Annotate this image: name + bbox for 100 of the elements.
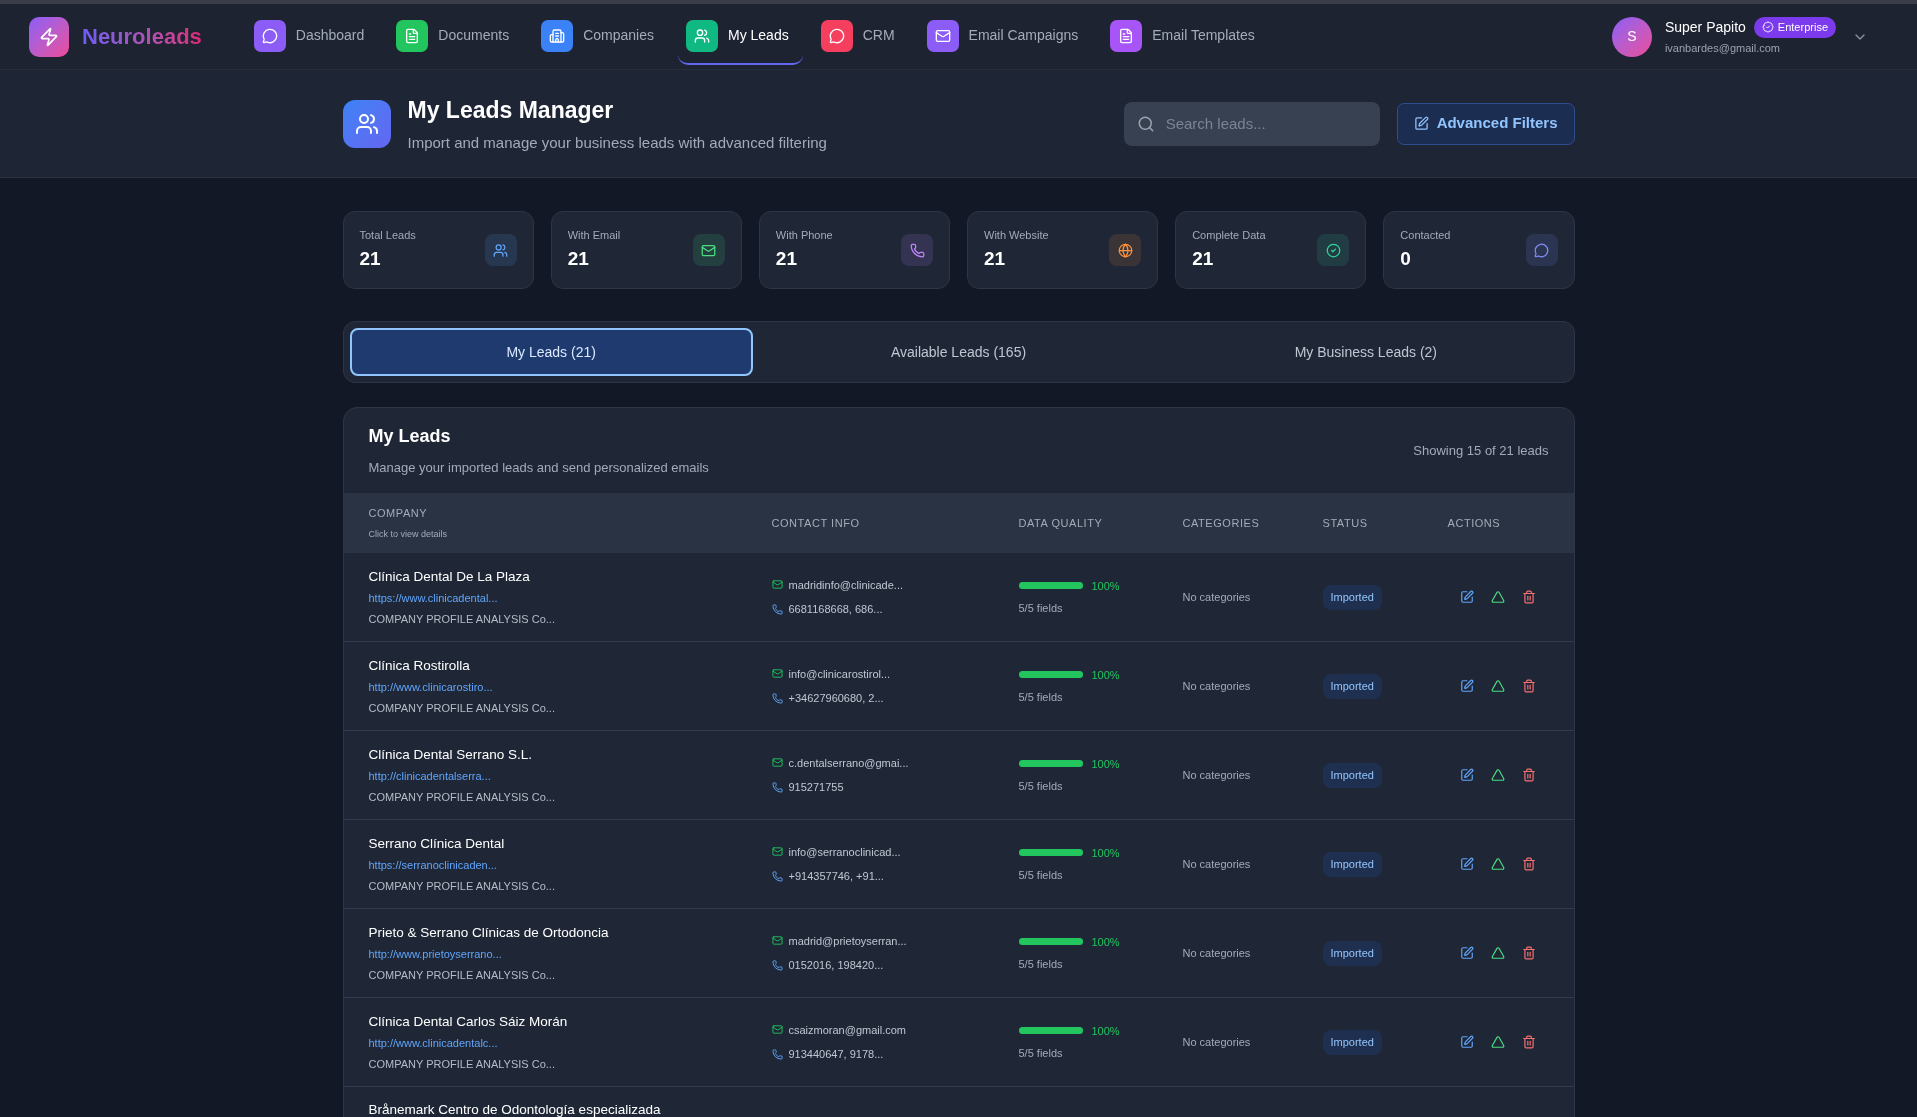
stat-label: Contacted <box>1400 227 1451 243</box>
status-badge: Imported <box>1322 585 1382 610</box>
categories-text: No categories <box>1182 589 1252 605</box>
company-link[interactable]: http://www.clinicadentalc... <box>368 1035 772 1052</box>
contact-email: madridinfo@clinicade... <box>788 577 903 593</box>
mail-icon <box>771 846 783 858</box>
company-link[interactable]: https://serranoclinicaden... <box>368 857 772 874</box>
table-row[interactable]: Prieto & Serrano Clínicas de Ortodoncia http://www.prietoyserrano... COMPANY PROFILE ANALYSIS Co... madrid@prietoyserran... 0152016, 198420... 100% 5/5 fields No categories Imported <box>343 909 1574 998</box>
avatar[interactable]: S <box>1611 16 1652 57</box>
column-header: STATUS <box>1322 515 1369 531</box>
stat-value: 21 <box>1192 247 1215 271</box>
edit-icon[interactable] <box>1459 946 1474 960</box>
stat-label: With Website <box>984 227 1049 243</box>
categories-text: No categories <box>1182 945 1252 961</box>
company-name[interactable]: Clínica Rostirolla <box>368 655 772 677</box>
company-name[interactable]: Brånemark Centro de Odontología especializada <box>368 1102 661 1117</box>
categories-text: No categories <box>1182 1034 1252 1050</box>
status-badge: Imported <box>1322 674 1382 699</box>
contact-email: c.dentalserrano@gmai... <box>788 755 909 771</box>
status-badge: Imported <box>1322 763 1382 788</box>
nav-tab[interactable]: Email Templates <box>1102 8 1269 65</box>
column-header: ACTIONS <box>1447 515 1502 531</box>
delete-icon[interactable] <box>1521 857 1536 871</box>
delete-icon[interactable] <box>1521 946 1536 960</box>
nav-tab[interactable]: My Leads <box>677 8 803 65</box>
search-field[interactable]: Search leads... <box>1123 101 1380 146</box>
company-link[interactable]: http://www.prietoyserrano... <box>368 946 772 963</box>
delete-icon[interactable] <box>1521 679 1536 693</box>
warning-triangle-icon[interactable] <box>1490 679 1505 693</box>
nav-tab[interactable]: CRM <box>812 8 909 65</box>
company-name[interactable]: Clínica Dental De La Plaza <box>368 566 772 588</box>
fields-count: 5/5 fields <box>1018 1046 1064 1061</box>
edit-icon[interactable] <box>1459 1035 1474 1049</box>
document-icon <box>404 27 421 44</box>
nav-tab[interactable]: Email Campaigns <box>918 8 1093 65</box>
delete-icon[interactable] <box>1521 768 1536 782</box>
user-email: ivanbardes@gmail.com <box>1664 40 1781 56</box>
edit-icon[interactable] <box>1459 590 1474 604</box>
mail-icon <box>771 757 783 769</box>
fields-count: 5/5 fields <box>1018 601 1064 616</box>
warning-triangle-icon[interactable] <box>1490 590 1505 604</box>
table-row[interactable]: Serrano Clínica Dental https://serranoclinicaden... COMPANY PROFILE ANALYSIS Co... info@serranoclinicad... +914357746, +91... 100% 5/5 fields No categories Imported <box>343 820 1574 909</box>
quality-percent: 100% <box>1091 845 1120 861</box>
categories-text: No categories <box>1182 678 1252 694</box>
people-icon <box>693 27 710 44</box>
company-name[interactable]: Prieto & Serrano Clínicas de Ortodoncia <box>368 922 772 944</box>
mail-icon <box>934 27 951 44</box>
company-name[interactable]: Clínica Dental Carlos Sáiz Morán <box>368 1011 772 1033</box>
tab[interactable]: Available Leads (165) <box>756 328 1161 376</box>
chat-icon <box>828 27 845 44</box>
nav-tab[interactable]: Dashboard <box>245 8 379 65</box>
company-note: COMPANY PROFILE ANALYSIS Co... <box>368 789 556 805</box>
table-row[interactable]: Clínica Dental De La Plaza https://www.clinicadental... COMPANY PROFILE ANALYSIS Co... madridinfo@clinicade... 6681168668, 686... 100% 5/5 fields No categories Imported <box>343 553 1574 642</box>
edit-icon[interactable] <box>1459 857 1474 871</box>
company-note: COMPANY PROFILE ANALYSIS Co... <box>368 700 556 716</box>
stat-label: Complete Data <box>1192 227 1266 243</box>
plan-badge: Enterprise <box>1753 17 1836 38</box>
table-row[interactable]: Clínica Rostirolla http://www.clinicarostiro... COMPANY PROFILE ANALYSIS Co... info@clinicarostirol... +34627960680, 2... 100% 5/5 fields No categories Imported <box>343 642 1574 731</box>
logo-icon <box>29 16 69 57</box>
status-badge: Imported <box>1322 852 1382 877</box>
chat-icon <box>261 27 278 44</box>
page-title: My Leads Manager <box>407 96 615 125</box>
company-link[interactable]: https://www.clinicadental... <box>368 590 772 607</box>
categories-text: No categories <box>1182 767 1252 783</box>
stat-label: With Phone <box>775 227 833 243</box>
company-link[interactable]: http://clinicadentalserra... <box>368 768 772 785</box>
warning-triangle-icon[interactable] <box>1490 1035 1505 1049</box>
mail-icon <box>771 935 783 947</box>
company-link[interactable]: http://www.clinicarostiro... <box>368 679 772 696</box>
phone-icon <box>771 1048 783 1060</box>
delete-icon[interactable] <box>1521 590 1536 604</box>
contact-phone: +34627960680, 2... <box>788 691 884 706</box>
stat-value: 0 <box>1400 247 1412 271</box>
fields-count: 5/5 fields <box>1018 690 1064 705</box>
contact-email: madrid@prietoyserran... <box>788 933 907 949</box>
nav-tab[interactable]: Companies <box>533 8 668 65</box>
warning-triangle-icon[interactable] <box>1490 768 1505 782</box>
edit-icon[interactable] <box>1459 768 1474 782</box>
mail-icon <box>771 1024 783 1036</box>
status-badge: Imported <box>1322 1030 1382 1055</box>
contact-email: info@clinicarostirol... <box>788 666 891 682</box>
company-note: COMPANY PROFILE ANALYSIS Co... <box>368 967 556 983</box>
mail-icon <box>771 579 783 591</box>
table-row[interactable]: Clínica Dental Serrano S.L. http://clinicadentalserra... COMPANY PROFILE ANALYSIS Co... c.dentalserrano@gmai... 915271755 100% 5/5 fields No categories Imported <box>343 731 1574 820</box>
edit-icon[interactable] <box>1459 679 1474 693</box>
quality-percent: 100% <box>1091 934 1120 950</box>
fields-count: 5/5 fields <box>1018 868 1064 883</box>
company-name[interactable]: Clínica Dental Serrano S.L. <box>368 744 772 766</box>
company-name[interactable]: Serrano Clínica Dental <box>368 833 772 855</box>
tab[interactable]: My Leads (21) <box>349 328 753 376</box>
warning-triangle-icon[interactable] <box>1490 857 1505 871</box>
company-note: COMPANY PROFILE ANALYSIS Co... <box>368 878 556 894</box>
delete-icon[interactable] <box>1521 1035 1536 1049</box>
column-header: DATA QUALITY <box>1018 515 1104 531</box>
warning-triangle-icon[interactable] <box>1490 946 1505 960</box>
stat-value: 21 <box>359 247 382 271</box>
nav-tab[interactable]: Documents <box>388 8 524 65</box>
tab[interactable]: My Business Leads (2) <box>1164 328 1568 376</box>
table-row[interactable]: Clínica Dental Carlos Sáiz Morán http://www.clinicadentalc... COMPANY PROFILE ANALYSIS Co... csaizmoran@gmail.com 913440647, 9178... 100% 5/5 fields No categories Imported <box>343 998 1574 1087</box>
advanced-filters-button[interactable]: Advanced Filters <box>1396 102 1575 145</box>
